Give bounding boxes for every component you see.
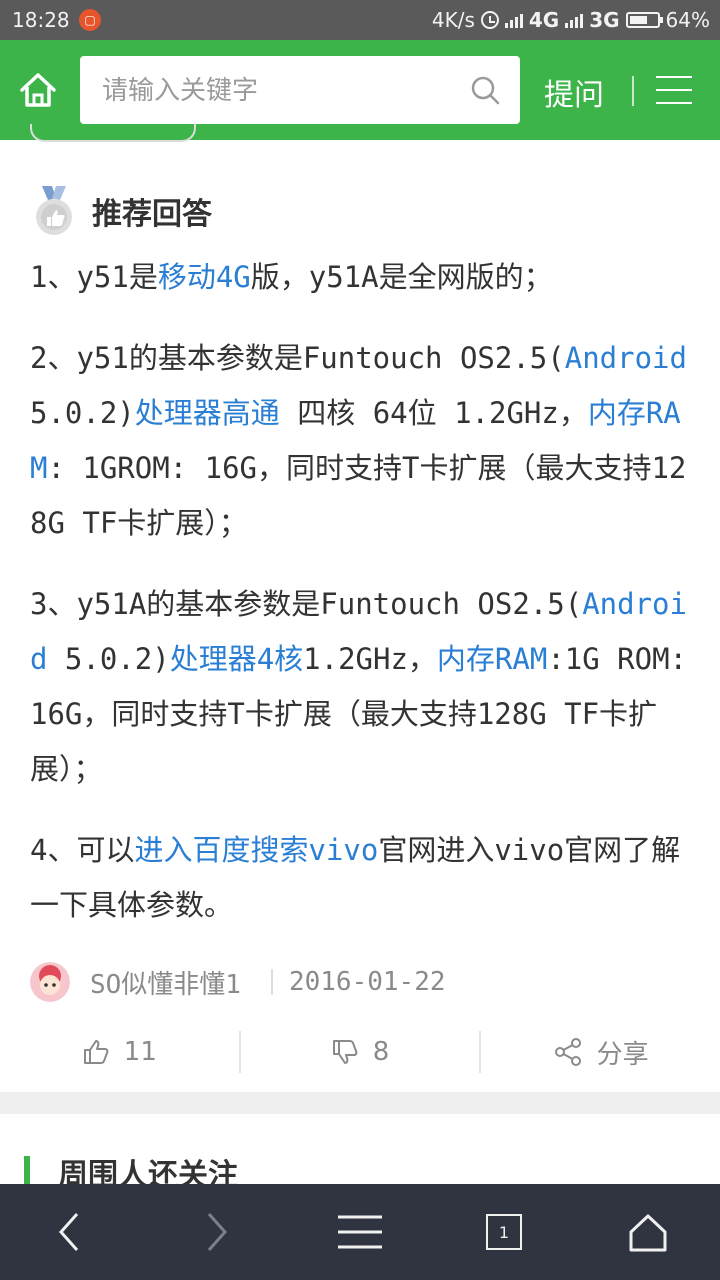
answer-meta: SO似懂非懂1 2016-01-22 bbox=[30, 960, 446, 1004]
chevron-right-icon bbox=[207, 1213, 228, 1251]
like-count: 11 bbox=[123, 1037, 157, 1067]
forward-button[interactable] bbox=[166, 1184, 266, 1280]
text: 5.0.2) bbox=[30, 396, 135, 430]
thumbs-up-icon bbox=[83, 1040, 109, 1064]
menu-icon bbox=[338, 1215, 382, 1249]
answer-paragraph-3: 3、y51A的基本参数是Funtouch OS2.5(Android 5.0.2… bbox=[30, 577, 692, 797]
search-box[interactable] bbox=[80, 56, 520, 126]
status-bar: 18:28 ▢ 4K/s 4G 3G 64% bbox=[0, 0, 720, 40]
browser-menu-button[interactable] bbox=[310, 1184, 410, 1280]
tab-count: 1 bbox=[486, 1214, 522, 1250]
medal-icon bbox=[36, 186, 72, 235]
home-button[interactable] bbox=[16, 68, 60, 112]
text: 4、可以 bbox=[30, 833, 135, 867]
answer-paragraph-1: 1、y51是移动4G版，y51A是全网版的； bbox=[30, 250, 692, 305]
network-type-1: 4G bbox=[528, 8, 560, 32]
link-processor-4core[interactable]: 处理器4核 bbox=[170, 642, 303, 676]
text: 四核 64位 1.2GHz， bbox=[279, 396, 588, 430]
menu-icon[interactable] bbox=[656, 76, 692, 106]
share-icon bbox=[554, 1038, 581, 1066]
answer-body: 1、y51是移动4G版，y51A是全网版的； 2、y51的基本参数是Funtou… bbox=[30, 250, 692, 959]
link-mobile-4g[interactable]: 移动4G bbox=[158, 260, 251, 294]
home-icon bbox=[629, 1214, 667, 1252]
chevron-left-icon bbox=[58, 1213, 79, 1251]
answer-actions: 11 8 分享 bbox=[0, 1028, 720, 1076]
text: 3、y51A的基本参数是Funtouch OS2.5( bbox=[30, 587, 583, 621]
battery-percent: 64% bbox=[665, 8, 710, 32]
text: 1.2GHz， bbox=[303, 642, 437, 676]
search-icon[interactable] bbox=[470, 75, 500, 105]
text: 版，y51A是全网版的； bbox=[250, 260, 553, 294]
tag-pill-edge bbox=[30, 124, 196, 142]
dislike-count: 8 bbox=[372, 1037, 390, 1067]
link-ram[interactable]: 内存RAM bbox=[437, 642, 547, 676]
text: 1、y51是 bbox=[30, 260, 158, 294]
section-title: 推荐回答 bbox=[92, 197, 212, 232]
link-processor-qualcomm[interactable]: 处理器高通 bbox=[135, 396, 280, 430]
alarm-icon bbox=[480, 11, 499, 29]
status-time: 18:28 bbox=[12, 8, 70, 32]
section-gap bbox=[0, 1092, 720, 1114]
answer-date: 2016-01-22 bbox=[288, 967, 446, 997]
browser-home-button[interactable] bbox=[598, 1184, 698, 1280]
section-accent-bar bbox=[24, 1156, 30, 1186]
link-android[interactable]: Android bbox=[565, 341, 687, 375]
meta-divider bbox=[270, 969, 273, 995]
answer-paragraph-4: 4、可以进入百度搜索vivo官网进入vivo官网了解一下具体参数。 bbox=[30, 823, 692, 933]
like-button[interactable]: 11 bbox=[0, 1028, 239, 1076]
avatar[interactable] bbox=[30, 962, 70, 1002]
status-icons: 4K/s 4G 3G 64% bbox=[432, 8, 710, 32]
signal-icon bbox=[504, 12, 523, 28]
network-type-2: 3G bbox=[589, 8, 620, 32]
search-input[interactable] bbox=[100, 56, 454, 126]
thumbs-down-icon bbox=[332, 1040, 358, 1064]
text: : 1GROM: 16G，同时支持T卡扩展（最大支持128G TF卡扩展）； bbox=[30, 451, 687, 540]
text: 2、y51的基本参数是Funtouch OS2.5( bbox=[30, 341, 565, 375]
ask-question-button[interactable]: 提问 bbox=[544, 70, 604, 114]
home-icon bbox=[20, 73, 56, 107]
share-label: 分享 bbox=[596, 1039, 649, 1070]
tabs-button[interactable]: 1 bbox=[454, 1184, 554, 1280]
dislike-button[interactable]: 8 bbox=[241, 1028, 480, 1076]
network-speed: 4K/s bbox=[431, 8, 475, 32]
battery-icon bbox=[625, 12, 663, 28]
recommended-answer-header: 推荐回答 bbox=[34, 186, 212, 236]
signal-icon-2 bbox=[565, 12, 584, 28]
answer-paragraph-2: 2、y51的基本参数是Funtouch OS2.5(Android 5.0.2)… bbox=[30, 331, 692, 551]
header-divider bbox=[632, 76, 634, 106]
share-button[interactable]: 分享 bbox=[481, 1028, 720, 1076]
author-name[interactable]: SO似懂非懂1 bbox=[90, 964, 241, 1001]
link-baidu-search-vivo[interactable]: 进入百度搜索vivo bbox=[134, 833, 378, 867]
notification-app-icon: ▢ bbox=[79, 9, 101, 31]
back-button[interactable] bbox=[20, 1184, 120, 1280]
browser-bottom-bar: 1 bbox=[0, 1184, 720, 1280]
text: 5.0.2) bbox=[47, 642, 170, 676]
